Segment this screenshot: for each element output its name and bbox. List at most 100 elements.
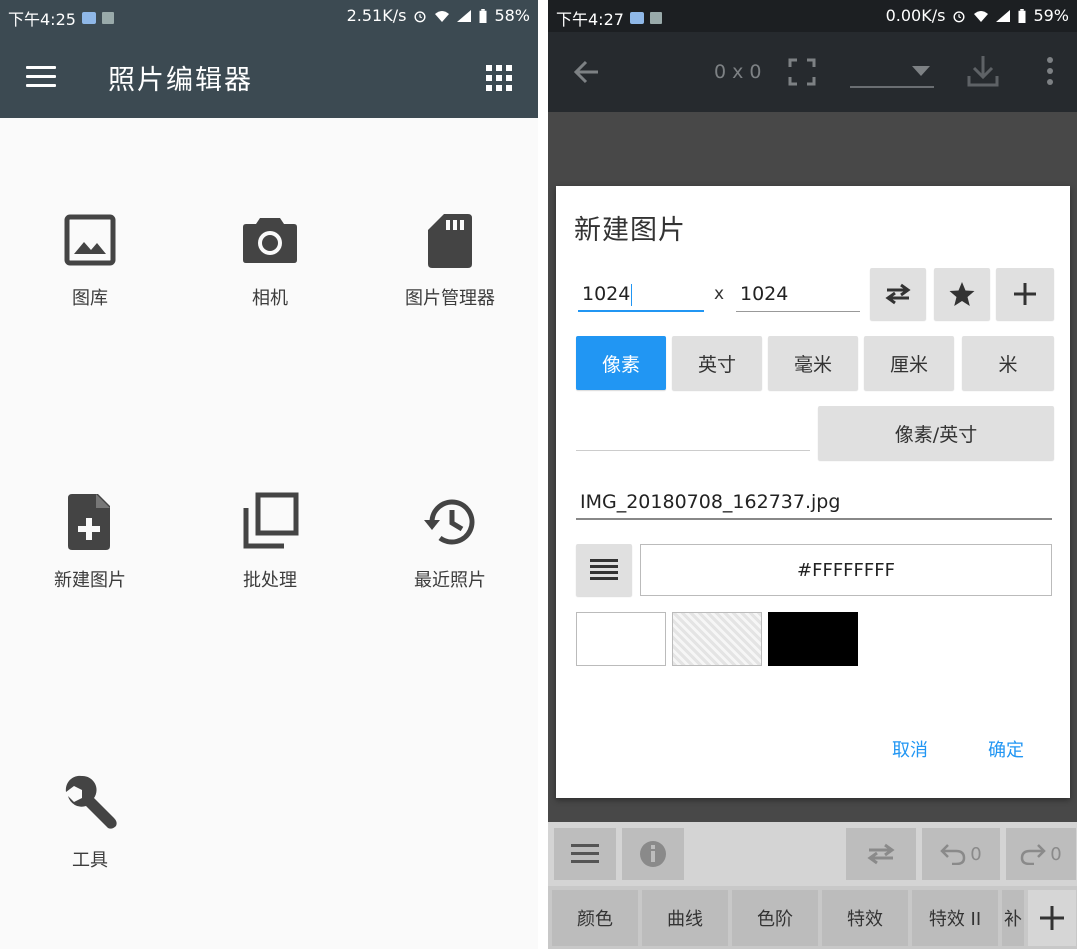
swap-dimensions-button[interactable] — [870, 268, 926, 320]
swap-icon — [867, 843, 895, 865]
redo-icon — [1021, 844, 1047, 865]
editor-toolbar: 0 x 0 — [548, 32, 1077, 112]
tile-gallery[interactable]: 图库 — [0, 210, 180, 310]
batch-icon — [240, 492, 300, 552]
tab-color[interactable]: 颜色 — [552, 890, 638, 946]
filename-value: IMG_20180708_162737.jpg — [580, 491, 841, 513]
new-image-dialog-screen: 下午4:27 0.00K/s 59% 0 x 0 新建图片 1024 x 102… — [548, 0, 1077, 949]
zoom-dropdown[interactable] — [850, 58, 934, 88]
unit-centimeter-button[interactable]: 厘米 — [864, 336, 954, 390]
resolution-input[interactable] — [576, 450, 810, 451]
plus-icon — [1040, 906, 1064, 930]
tile-label: 批处理 — [243, 570, 297, 591]
status-bar: 下午4:27 0.00K/s 59% — [548, 0, 1077, 32]
resolution-unit-button[interactable]: 像素/英寸 — [818, 406, 1054, 460]
width-value: 1024 — [582, 283, 631, 305]
status-time: 下午4:25 — [8, 10, 76, 29]
apps-grid-icon[interactable] — [486, 65, 512, 91]
ok-button[interactable]: 确定 — [988, 736, 1024, 762]
text-cursor — [631, 283, 633, 306]
redo-count: 0 — [1050, 843, 1062, 865]
tile-label: 图库 — [72, 288, 108, 309]
notification-app-icon — [81, 12, 96, 24]
undo-icon — [940, 844, 966, 865]
alarm-icon — [414, 10, 426, 22]
new-image-dialog: 新建图片 1024 x 1024 像素 英寸 毫米 厘米 米 像素/英寸 IMG… — [556, 186, 1070, 798]
filter-tab-bar: 颜色 曲线 色阶 特效 特效 II 补 — [548, 886, 1077, 949]
notification-image-icon — [649, 12, 662, 24]
info-button[interactable] — [622, 828, 684, 880]
status-bar: 下午4:25 2.51K/s 58% — [0, 0, 538, 32]
redo-button[interactable]: 0 — [1006, 828, 1076, 880]
unit-inch-button[interactable]: 英寸 — [672, 336, 762, 390]
image-icon — [60, 210, 120, 270]
color-hex-field[interactable]: #FFFFFFFF — [640, 544, 1052, 596]
tile-camera[interactable]: 相机 — [180, 210, 360, 310]
tile-image-manager[interactable]: 图片管理器 — [360, 210, 538, 310]
add-tab-button[interactable] — [1028, 890, 1076, 946]
signal-icon — [996, 9, 1011, 22]
height-value: 1024 — [740, 283, 789, 305]
swap-icon — [885, 283, 911, 305]
wrench-icon — [60, 772, 120, 832]
color-menu-button[interactable] — [576, 544, 632, 596]
add-size-button[interactable] — [996, 268, 1054, 320]
swatch-transparent[interactable] — [672, 612, 762, 666]
app-title: 照片编辑器 — [108, 65, 253, 96]
unit-pixel-button[interactable]: 像素 — [576, 336, 666, 390]
tile-label: 最近照片 — [414, 570, 486, 591]
more-options-icon[interactable] — [1046, 56, 1054, 86]
dimension-separator: x — [714, 284, 725, 304]
wifi-icon — [974, 10, 989, 22]
tile-tools[interactable]: 工具 — [0, 772, 180, 872]
unit-millimeter-button[interactable]: 毫米 — [768, 336, 858, 390]
notification-image-icon — [101, 12, 114, 24]
star-icon — [949, 282, 975, 306]
photo-editor-home-screen: 下午4:25 2.51K/s 58% 照片编辑器 图库 相机 图片管理器 新建图… — [0, 0, 538, 949]
editor-action-bar: 0 0 — [548, 822, 1077, 886]
alarm-icon — [953, 10, 965, 22]
tile-label: 图片管理器 — [405, 288, 495, 309]
tab-partial[interactable]: 补 — [1002, 890, 1024, 946]
swatch-white[interactable] — [576, 612, 666, 666]
notification-app-icon — [629, 12, 644, 24]
status-time: 下午4:27 — [556, 10, 624, 29]
dropdown-arrow-icon — [912, 66, 930, 76]
swatch-black[interactable] — [768, 612, 858, 666]
list-icon — [590, 559, 618, 580]
image-size-text: 0 x 0 — [714, 61, 762, 83]
tab-curves[interactable]: 曲线 — [642, 890, 728, 946]
cancel-button[interactable]: 取消 — [892, 736, 928, 762]
history-icon — [420, 492, 480, 552]
sd-card-icon — [420, 210, 480, 270]
tile-batch[interactable]: 批处理 — [180, 492, 360, 592]
undo-button[interactable]: 0 — [922, 828, 1000, 880]
download-icon[interactable] — [966, 54, 1000, 88]
fullscreen-icon[interactable] — [788, 58, 816, 86]
menu-icon — [571, 844, 599, 863]
back-arrow-icon[interactable] — [572, 58, 600, 86]
tile-label: 新建图片 — [54, 570, 126, 591]
tab-effects[interactable]: 特效 — [822, 890, 908, 946]
app-bar: 照片编辑器 — [0, 32, 538, 118]
menu-icon[interactable] — [26, 66, 56, 88]
tile-recent-photos[interactable]: 最近照片 — [360, 492, 538, 592]
camera-icon — [240, 210, 300, 270]
undo-count: 0 — [970, 843, 982, 865]
tile-label: 工具 — [72, 850, 108, 871]
compare-button[interactable] — [846, 828, 916, 880]
info-icon — [640, 841, 666, 867]
tile-label: 相机 — [252, 288, 288, 309]
new-file-icon — [60, 492, 120, 552]
tab-levels[interactable]: 色阶 — [732, 890, 818, 946]
tile-new-image[interactable]: 新建图片 — [0, 492, 180, 592]
favorite-sizes-button[interactable] — [934, 268, 990, 320]
width-input[interactable]: 1024 — [578, 278, 704, 312]
menu-button[interactable] — [554, 828, 616, 880]
battery-icon — [1018, 8, 1026, 23]
unit-meter-button[interactable]: 米 — [962, 336, 1054, 390]
height-input[interactable]: 1024 — [736, 278, 860, 312]
tab-effects-2[interactable]: 特效 II — [912, 890, 998, 946]
battery-percent: 59% — [1033, 6, 1069, 25]
filename-input[interactable]: IMG_20180708_162737.jpg — [576, 486, 1052, 520]
